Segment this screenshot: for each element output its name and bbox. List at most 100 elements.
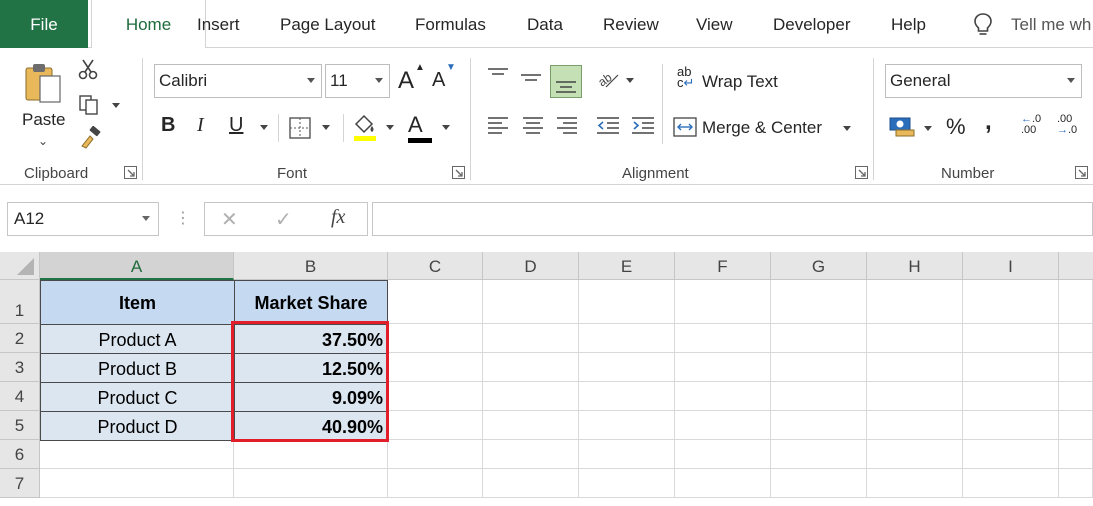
cell-j3[interactable] [1059, 353, 1093, 382]
clipboard-launcher-icon[interactable] [124, 166, 137, 179]
cell-a3[interactable]: Product B [40, 353, 235, 383]
column-header-c[interactable]: C [388, 252, 483, 280]
row-header-7[interactable]: 7 [0, 469, 40, 498]
borders-dropdown-icon[interactable] [322, 125, 330, 130]
cell-f6[interactable] [675, 440, 771, 469]
percent-style-button[interactable]: % [946, 114, 966, 140]
column-header-next[interactable] [1059, 252, 1093, 280]
cell-b5[interactable]: 40.90% [234, 411, 388, 441]
cell-d7[interactable] [483, 469, 579, 498]
align-top-icon[interactable] [486, 66, 510, 88]
cell-b2[interactable]: 37.50% [234, 324, 388, 354]
cell-c2[interactable] [388, 324, 483, 353]
number-launcher-icon[interactable] [1075, 166, 1088, 179]
cell-f7[interactable] [675, 469, 771, 498]
align-left-icon[interactable] [486, 114, 510, 138]
paste-label[interactable]: Paste [22, 110, 65, 130]
underline-dropdown-icon[interactable] [260, 125, 268, 130]
align-bottom-button[interactable] [550, 65, 582, 98]
merge-center-button[interactable]: Merge & Center [702, 118, 822, 138]
borders-icon[interactable] [288, 116, 312, 140]
column-header-b[interactable]: B [234, 252, 388, 280]
cell-g3[interactable] [771, 353, 867, 382]
cell-a2[interactable]: Product A [40, 324, 235, 354]
row-header-3[interactable]: 3 [0, 353, 40, 382]
cell-i1[interactable] [963, 280, 1059, 324]
bold-button[interactable]: B [161, 114, 175, 137]
cell-b7[interactable] [234, 469, 388, 498]
column-header-a[interactable]: A [40, 252, 234, 280]
orientation-dropdown-icon[interactable] [626, 78, 634, 83]
tab-review[interactable]: Review [603, 0, 659, 48]
cell-h2[interactable] [867, 324, 963, 353]
cell-j1[interactable] [1059, 280, 1093, 324]
cell-e4[interactable] [579, 382, 675, 411]
increase-indent-icon[interactable] [630, 114, 656, 138]
cell-g7[interactable] [771, 469, 867, 498]
increase-decimal-button[interactable]: ←.0 .00 [1021, 114, 1041, 136]
align-center-icon[interactable] [521, 114, 545, 138]
cell-e7[interactable] [579, 469, 675, 498]
formula-bar-grip-icon[interactable]: ⋮ [175, 208, 191, 228]
lightbulb-icon[interactable] [973, 12, 993, 38]
tab-page-layout[interactable]: Page Layout [280, 0, 375, 48]
row-header-5[interactable]: 5 [0, 411, 40, 440]
cell-a6[interactable] [40, 440, 234, 469]
fill-color-icon[interactable] [352, 112, 378, 142]
cell-a5[interactable]: Product D [40, 411, 235, 441]
cell-b4[interactable]: 9.09% [234, 382, 388, 412]
column-header-d[interactable]: D [483, 252, 579, 280]
select-all-corner[interactable] [0, 252, 40, 280]
font-size-select[interactable]: 11 [325, 64, 390, 98]
align-right-icon[interactable] [555, 114, 579, 138]
cell-c6[interactable] [388, 440, 483, 469]
cell-h3[interactable] [867, 353, 963, 382]
column-header-i[interactable]: I [963, 252, 1059, 280]
wrap-text-button[interactable]: Wrap Text [702, 72, 778, 92]
number-format-select[interactable]: General [885, 64, 1082, 98]
cell-c3[interactable] [388, 353, 483, 382]
tab-help[interactable]: Help [891, 0, 926, 48]
cancel-icon[interactable]: ✕ [221, 207, 238, 232]
align-middle-icon[interactable] [519, 66, 543, 88]
cell-b6[interactable] [234, 440, 388, 469]
paste-dropdown-icon[interactable]: ⌄ [38, 134, 48, 148]
cell-h4[interactable] [867, 382, 963, 411]
cell-i7[interactable] [963, 469, 1059, 498]
cell-a1-item-header[interactable]: Item [40, 280, 235, 325]
cell-d6[interactable] [483, 440, 579, 469]
cell-j4[interactable] [1059, 382, 1093, 411]
column-header-f[interactable]: F [675, 252, 771, 280]
font-color-dropdown-icon[interactable] [442, 125, 450, 130]
wrap-text-icon[interactable]: ab c↵ [677, 65, 694, 89]
cell-e1[interactable] [579, 280, 675, 324]
font-color-button[interactable]: A [408, 112, 423, 138]
cell-f5[interactable] [675, 411, 771, 440]
alignment-launcher-icon[interactable] [855, 166, 868, 179]
cell-f4[interactable] [675, 382, 771, 411]
cell-e3[interactable] [579, 353, 675, 382]
decrease-decimal-button[interactable]: .00 →.0 [1057, 114, 1077, 136]
cell-d4[interactable] [483, 382, 579, 411]
accounting-dropdown-icon[interactable] [924, 126, 932, 131]
worksheet-grid[interactable]: A B C D E F G H I 1 2 3 4 5 6 7 Item Mar… [0, 252, 1093, 506]
paste-icon[interactable] [24, 60, 64, 106]
tab-home[interactable]: Home [91, 0, 206, 49]
cell-d3[interactable] [483, 353, 579, 382]
cell-c7[interactable] [388, 469, 483, 498]
cell-d5[interactable] [483, 411, 579, 440]
cell-a4[interactable]: Product C [40, 382, 235, 412]
tab-data[interactable]: Data [527, 0, 563, 48]
cell-g4[interactable] [771, 382, 867, 411]
tab-insert[interactable]: Insert [197, 0, 240, 48]
enter-icon[interactable]: ✓ [275, 207, 292, 232]
cell-b1-market-share-header[interactable]: Market Share [234, 280, 388, 325]
font-launcher-icon[interactable] [452, 166, 465, 179]
shrink-font-button[interactable]: A [432, 69, 445, 92]
cell-c5[interactable] [388, 411, 483, 440]
cell-f3[interactable] [675, 353, 771, 382]
tab-formulas[interactable]: Formulas [415, 0, 486, 48]
copy-dropdown-icon[interactable] [112, 103, 120, 108]
orientation-icon[interactable]: ab [596, 67, 620, 89]
cell-f2[interactable] [675, 324, 771, 353]
